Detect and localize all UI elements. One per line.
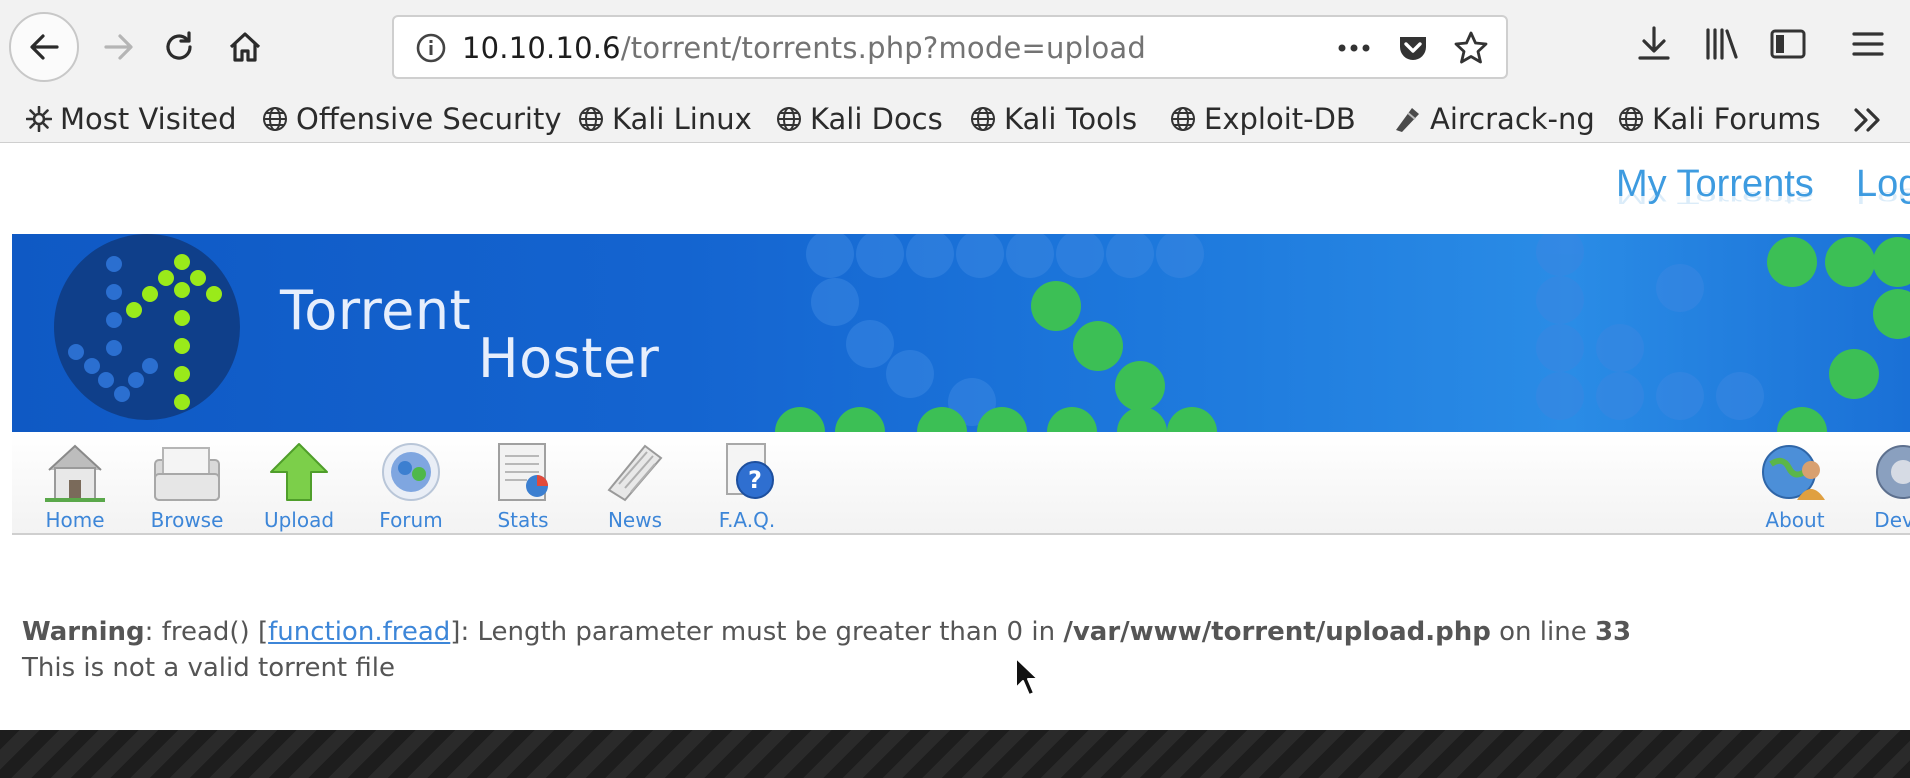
- browser-chrome: 10.10.10.6/torrent/torrents.php?mode=upl…: [0, 0, 1910, 143]
- url-text[interactable]: 10.10.10.6/torrent/torrents.php?mode=upl…: [462, 31, 1146, 65]
- aircrack-icon: [1396, 108, 1419, 132]
- forum-icon: [382, 443, 440, 501]
- function-fread-link[interactable]: function.fread: [268, 617, 450, 647]
- back-button[interactable]: [9, 12, 79, 82]
- bookmark-label: Kali Forums: [1652, 102, 1821, 136]
- bookmark-kali-docs[interactable]: Kali Docs: [776, 96, 943, 142]
- sidebar-icon[interactable]: [1768, 24, 1808, 64]
- menu-label: F.A.Q.: [718, 508, 776, 532]
- bookmark-kali-forums[interactable]: Kali Forums: [1618, 96, 1821, 142]
- url-path: /torrent/torrents.php?mode=upload: [620, 31, 1146, 65]
- globe-icon: [263, 107, 287, 131]
- torrent-hoster-logo-icon: [68, 254, 222, 410]
- error-message: Warning: fread() [function.fread]: Lengt…: [22, 614, 1631, 686]
- bookmark-label: Most Visited: [60, 102, 237, 136]
- bookmark-label: Kali Docs: [810, 102, 943, 136]
- warning-label: Warning: [22, 617, 145, 647]
- navigation-toolbar: 10.10.10.6/torrent/torrents.php?mode=upl…: [0, 0, 1910, 96]
- upload-icon: [270, 443, 328, 501]
- home-icon: [45, 444, 105, 502]
- about-icon: [1762, 445, 1825, 500]
- bookmark-offensive-security[interactable]: Offensive Security: [262, 96, 562, 142]
- back-arrow-icon: [30, 34, 59, 60]
- menu-label: Stats: [497, 508, 549, 532]
- menu-label: Upload: [263, 508, 335, 532]
- menu-label: Browse: [150, 508, 224, 532]
- home-button[interactable]: [210, 12, 280, 82]
- warning-path: /var/www/torrent/upload.php: [1063, 617, 1491, 647]
- site-banner: Torrent Hoster: [12, 234, 1910, 432]
- info-line: This is not a valid torrent file: [22, 653, 395, 683]
- menu-item-home[interactable]: Home: [20, 440, 130, 532]
- bookmark-exploit-db[interactable]: Exploit-DB: [1170, 96, 1356, 142]
- globe-icon: [579, 107, 603, 131]
- url-host: 10.10.10.6: [462, 31, 621, 65]
- desktop-background-strip: [0, 730, 1910, 778]
- reload-button[interactable]: [144, 12, 214, 82]
- faq-icon: ?: [726, 443, 774, 499]
- bookmark-label: Aircrack-ng: [1430, 102, 1595, 136]
- menu-label: Devel: [1874, 508, 1910, 532]
- warning-line-number: 33: [1594, 617, 1632, 647]
- news-icon: [607, 444, 663, 502]
- mouse-cursor-icon: [1015, 657, 1039, 696]
- stats-icon: [498, 443, 548, 501]
- home-icon: [229, 32, 261, 62]
- download-icon[interactable]: [1634, 24, 1674, 64]
- url-bar[interactable]: 10.10.10.6/torrent/torrents.php?mode=upl…: [392, 15, 1508, 79]
- menu-item-stats[interactable]: Stats: [468, 440, 578, 532]
- bookmark-star-icon[interactable]: [1452, 29, 1490, 67]
- warning-middle: ]: Length parameter must be greater than…: [450, 617, 1064, 647]
- bookmark-aircrack-ng[interactable]: Aircrack-ng: [1392, 96, 1595, 142]
- warning-prefix: : fread() [: [144, 617, 269, 647]
- banner-title-line1: Torrent: [280, 279, 472, 342]
- menu-label: News: [607, 508, 663, 532]
- bookmark-kali-tools[interactable]: Kali Tools: [970, 96, 1137, 142]
- bookmark-kali-linux[interactable]: Kali Linux: [578, 96, 752, 142]
- info-icon[interactable]: [414, 31, 448, 65]
- gear-icon: [26, 106, 52, 132]
- globe-icon: [1171, 107, 1195, 131]
- bookmark-label: Offensive Security: [296, 102, 562, 136]
- browse-icon: [154, 447, 220, 501]
- log-reflection: Log: [1856, 188, 1910, 207]
- banner-title-line2: Hoster: [478, 327, 660, 390]
- bookmark-label: Kali Tools: [1004, 102, 1138, 136]
- devel-icon: [1876, 445, 1910, 499]
- menu-item-upload[interactable]: Upload: [244, 440, 354, 532]
- my-torrents-reflection: My Torrents: [1616, 188, 1814, 207]
- forward-arrow-icon: [104, 34, 133, 60]
- pocket-icon[interactable]: [1396, 31, 1430, 65]
- menu-item-about[interactable]: About: [1740, 440, 1850, 532]
- menu-item-devel[interactable]: Devel: [1848, 440, 1910, 532]
- menu-item-forum[interactable]: Forum: [356, 440, 466, 532]
- bookmark-label: Kali Linux: [612, 102, 752, 136]
- chevron-double-right-icon[interactable]: [1848, 100, 1888, 140]
- menu-item-faq[interactable]: ? F.A.Q.: [692, 440, 802, 532]
- menu-item-browse[interactable]: Browse: [132, 440, 242, 532]
- bookmark-most-visited[interactable]: Most Visited: [26, 96, 237, 142]
- hamburger-menu-icon[interactable]: [1848, 24, 1888, 64]
- site-menu: Home Browse Upload Forum Stats News ? F.…: [12, 432, 1910, 535]
- menu-label: Home: [45, 508, 105, 532]
- warning-line-text: on line: [1490, 617, 1595, 647]
- svg-text:?: ?: [748, 466, 762, 494]
- bookmarks-toolbar: Most Visited Offensive Security Kali Lin…: [0, 96, 1910, 142]
- menu-item-news[interactable]: News: [580, 440, 690, 532]
- menu-label: About: [1765, 508, 1825, 532]
- globe-icon: [1619, 107, 1643, 131]
- library-icon[interactable]: [1702, 24, 1742, 64]
- bookmark-label: Exploit-DB: [1204, 102, 1356, 136]
- reload-icon: [166, 31, 192, 60]
- menu-label: Forum: [379, 508, 443, 532]
- page-actions-icon[interactable]: [1334, 31, 1374, 65]
- globe-icon: [777, 107, 801, 131]
- warning-line: Warning: fread() [function.fread]: Lengt…: [22, 614, 1631, 650]
- globe-icon: [971, 107, 995, 131]
